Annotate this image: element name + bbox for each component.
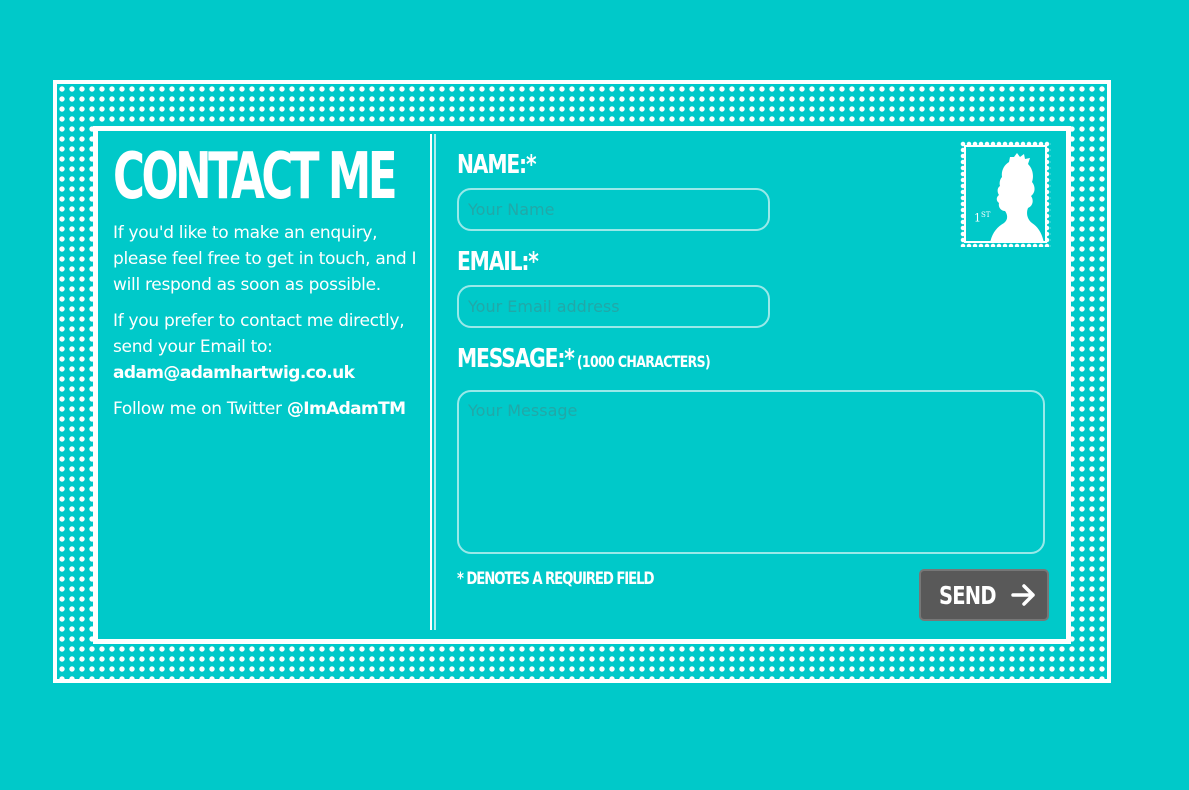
twitter-follow-text: Follow me on Twitter @ImAdamTM [113,396,418,422]
queen-silhouette-icon [990,153,1044,241]
name-label: NAME:* [457,150,537,180]
arrow-right-icon [1011,584,1036,606]
twitter-link[interactable]: @ImAdamTM [287,399,406,419]
twitter-follow-label: Follow me on Twitter [113,399,287,419]
direct-contact-label: If you prefer to contact me directly, se… [113,311,405,357]
stamp-value-suffix: ST [981,211,991,219]
stamp-value: 1ST [974,211,990,225]
direct-contact-text: If you prefer to contact me directly, se… [113,308,418,386]
email-input[interactable] [457,285,770,328]
email-label: EMAIL:* [457,247,539,277]
message-label: MESSAGE:* [457,344,575,374]
contact-info: CONTACT ME If you'd like to make an enqu… [113,140,418,422]
required-field-note: * DENOTES A REQUIRED FIELD [457,569,654,589]
stamp-value-number: 1 [974,211,981,225]
email-link[interactable]: adam@adamhartwig.co.uk [113,363,355,383]
intro-text: If you'd like to make an enquiry, please… [113,223,417,295]
message-character-hint: (1000 CHARACTERS) [576,352,711,371]
page-title: CONTACT ME [113,140,398,214]
message-label-row: MESSAGE:* (1000 CHARACTERS) [457,344,711,374]
name-input[interactable] [457,188,770,231]
column-divider [430,134,436,630]
message-textarea[interactable] [457,390,1045,554]
send-button[interactable]: SEND [919,569,1049,621]
stamp-face: 1ST [964,145,1047,243]
send-button-label: SEND [938,580,997,610]
postage-stamp: 1ST [960,141,1051,247]
